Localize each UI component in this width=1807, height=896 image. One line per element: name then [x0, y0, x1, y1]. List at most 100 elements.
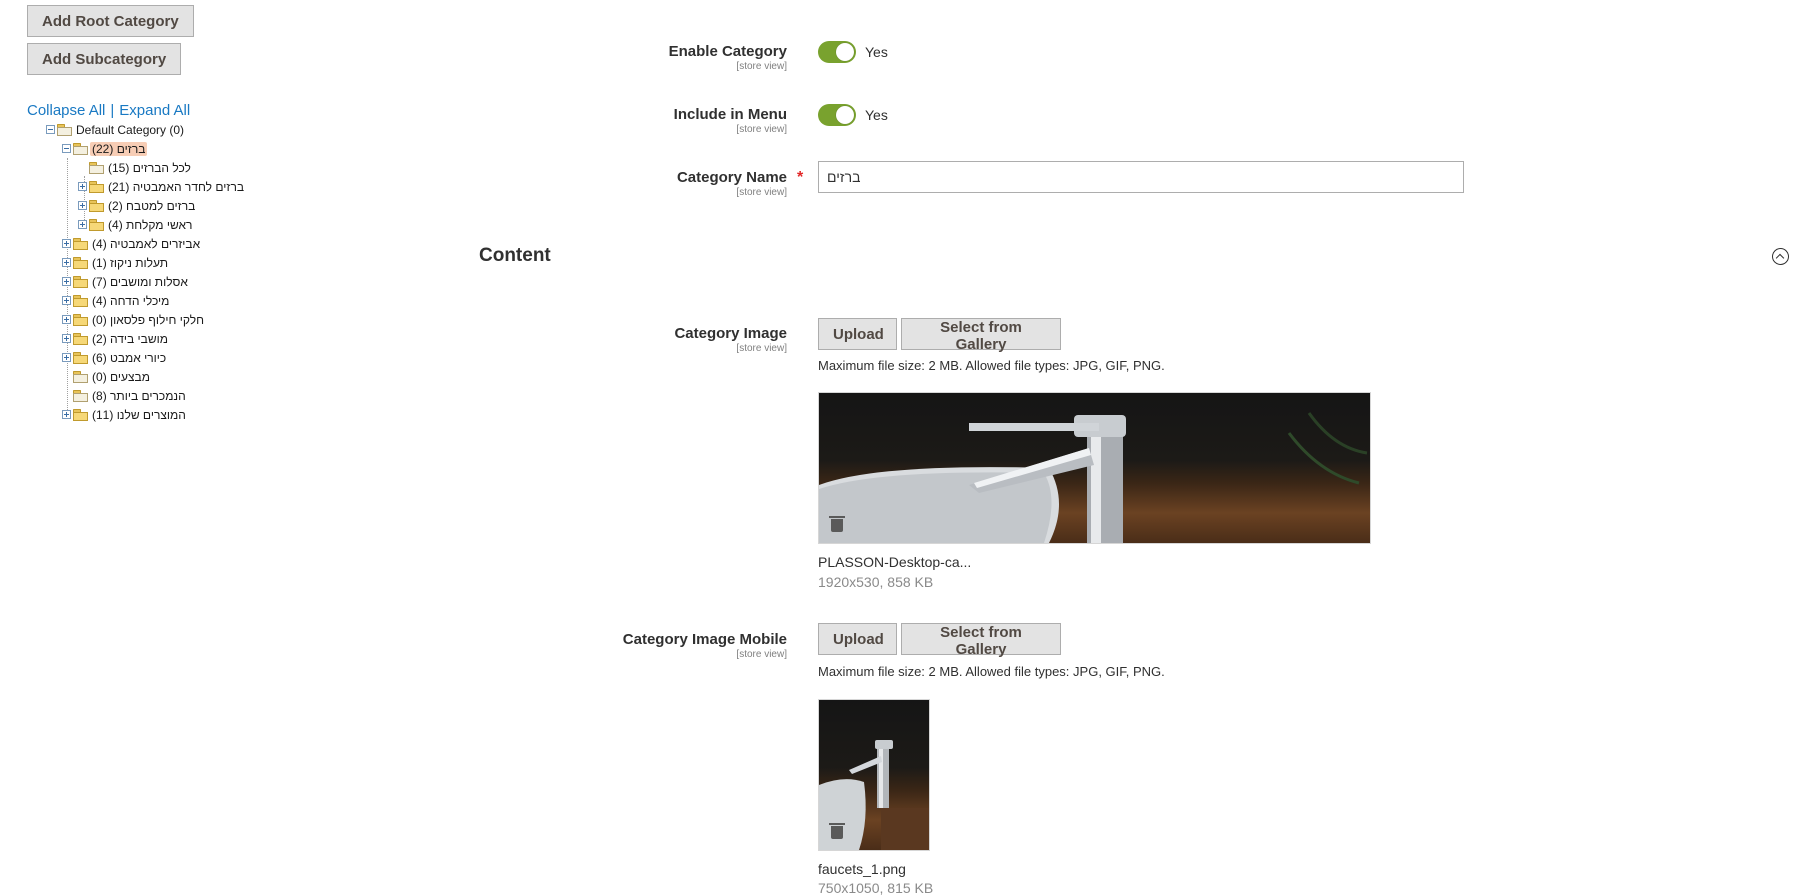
category-image-mobile-upload-button[interactable]: Upload	[818, 623, 897, 655]
category-image-upload-button[interactable]: Upload	[818, 318, 897, 350]
folder-icon	[89, 181, 104, 193]
expand-icon[interactable]	[62, 296, 71, 305]
tree-node[interactable]: תעלות ניקוז (1)	[62, 254, 170, 271]
tree-node[interactable]: ברזים (22)	[62, 140, 148, 157]
tree-node-label: תעלות ניקוז (1)	[92, 255, 169, 270]
tree-node-label: אביזרים לאמבטיה (4)	[92, 236, 201, 251]
tree-node[interactable]: ברזים למטבח (2)	[78, 197, 197, 214]
add-root-category-button[interactable]: Add Root Category	[27, 5, 194, 37]
collapse-icon[interactable]	[46, 125, 55, 134]
tree-node-default-category[interactable]: Default Category (0)	[46, 121, 186, 138]
category-name-label: Category Name	[676, 169, 787, 186]
folder-icon	[73, 276, 88, 288]
trash-icon[interactable]	[829, 822, 845, 840]
enable-category-value: Yes	[865, 44, 888, 60]
store-view-scope: [store view]	[736, 61, 787, 72]
tree-node-label: מבצעים (0)	[92, 369, 150, 384]
tree-node-label: כיורי אמבט (6)	[92, 350, 167, 365]
expand-icon[interactable]	[62, 239, 71, 248]
tree-node-label: מיכלי הדחה (4)	[92, 293, 170, 308]
tree-node-label: חלקי חילוף פלסאון (0)	[92, 312, 205, 327]
tree-node-label: מושבי בידה (2)	[92, 331, 168, 346]
tree-node[interactable]: כיורי אמבט (6)	[62, 349, 168, 366]
folder-icon	[89, 162, 104, 174]
include-in-menu-value: Yes	[865, 107, 888, 123]
collapse-all-link[interactable]: Collapse All	[27, 102, 105, 119]
tree-node-label-selected: ברזים (22)	[90, 141, 148, 156]
add-subcategory-button[interactable]: Add Subcategory	[27, 43, 182, 75]
tree-node[interactable]: מיכלי הדחה (4)	[62, 292, 171, 309]
category-image-mobile-file-meta: 750x1050, 815 KB	[818, 880, 934, 896]
category-image-gallery-button[interactable]: Select from Gallery	[901, 318, 1061, 353]
folder-icon	[73, 314, 88, 326]
trash-icon[interactable]	[829, 515, 845, 533]
link-separator: |	[110, 102, 115, 119]
tree-node[interactable]: ברזים לחדר האמבטיה (21)	[78, 178, 246, 195]
include-in-menu-label: Include in Menu	[673, 106, 787, 123]
category-image-mobile-note: Maximum file size: 2 MB. Allowed file ty…	[818, 664, 1165, 679]
category-name-input[interactable]	[818, 161, 1464, 193]
category-image-mobile-preview[interactable]	[818, 699, 930, 851]
expand-icon[interactable]	[78, 201, 87, 210]
folder-icon	[89, 219, 104, 231]
folder-icon	[73, 295, 88, 307]
folder-icon	[57, 124, 72, 136]
category-image-mobile-label: Category Image Mobile	[622, 631, 787, 648]
category-image-label: Category Image	[674, 325, 787, 342]
tree-expand-controls: Collapse All | Expand All	[27, 102, 190, 119]
tree-node-label: Default Category (0)	[76, 122, 185, 137]
tree-node[interactable]: אביזרים לאמבטיה (4)	[62, 235, 202, 252]
tree-node[interactable]: מושבי בידה (2)	[62, 330, 170, 347]
expand-icon[interactable]	[62, 334, 71, 343]
folder-icon	[73, 352, 88, 364]
folder-icon	[73, 409, 88, 421]
folder-icon	[73, 257, 88, 269]
tree-node-label: ברזים לחדר האמבטיה (21)	[108, 179, 245, 194]
expand-icon[interactable]	[62, 353, 71, 362]
expand-icon[interactable]	[62, 410, 71, 419]
required-marker: *	[797, 169, 804, 186]
category-image-mobile-file-name[interactable]: faucets_1.png	[818, 861, 906, 877]
content-section-title: Content	[479, 245, 551, 266]
tree-node[interactable]: מבצעים (0)	[62, 368, 152, 385]
enable-category-toggle[interactable]	[818, 41, 856, 63]
tree-node-label: הנמכרים ביותר (8)	[92, 388, 186, 403]
tree-node-label: לכל הברזים (15)	[108, 160, 191, 175]
folder-icon	[73, 143, 88, 155]
category-image-file-name[interactable]: PLASSON-Desktop-ca...	[818, 554, 971, 570]
tree-node[interactable]: ראשי מקלחת (4)	[78, 216, 194, 233]
folder-icon	[73, 333, 88, 345]
tree-node[interactable]: חלקי חילוף פלסאון (0)	[62, 311, 206, 328]
tree-node[interactable]: המוצרים שלנו (11)	[62, 406, 188, 423]
expand-icon[interactable]	[78, 220, 87, 229]
include-in-menu-toggle[interactable]	[818, 104, 856, 126]
faucet-photo	[819, 412, 1368, 543]
expand-all-link[interactable]: Expand All	[119, 102, 190, 119]
tree-node-label: ברזים למטבח (2)	[108, 198, 196, 213]
expand-icon[interactable]	[78, 182, 87, 191]
expand-icon[interactable]	[62, 277, 71, 286]
category-image-preview[interactable]	[818, 392, 1371, 544]
tree-node[interactable]: אסלות ומושבים (7)	[62, 273, 190, 290]
folder-icon	[73, 390, 88, 402]
category-image-file-meta: 1920x530, 858 KB	[818, 574, 934, 590]
folder-icon	[89, 200, 104, 212]
expand-icon[interactable]	[62, 258, 71, 267]
category-image-mobile-gallery-button[interactable]: Select from Gallery	[901, 623, 1061, 658]
tree-node[interactable]: לכל הברזים (15)	[78, 159, 193, 176]
store-view-scope: [store view]	[736, 124, 787, 135]
tree-node-label: אסלות ומושבים (7)	[92, 274, 188, 289]
category-image-note: Maximum file size: 2 MB. Allowed file ty…	[818, 358, 1165, 373]
tree-node[interactable]: הנמכרים ביותר (8)	[62, 387, 188, 404]
folder-icon	[73, 238, 88, 250]
section-collapse-icon[interactable]	[1772, 248, 1789, 265]
expand-icon[interactable]	[62, 315, 71, 324]
collapse-icon[interactable]	[62, 144, 71, 153]
enable-category-label: Enable Category	[668, 43, 787, 60]
folder-icon	[73, 371, 88, 383]
tree-node-label: המוצרים שלנו (11)	[92, 407, 186, 422]
store-view-scope: [store view]	[736, 649, 787, 660]
